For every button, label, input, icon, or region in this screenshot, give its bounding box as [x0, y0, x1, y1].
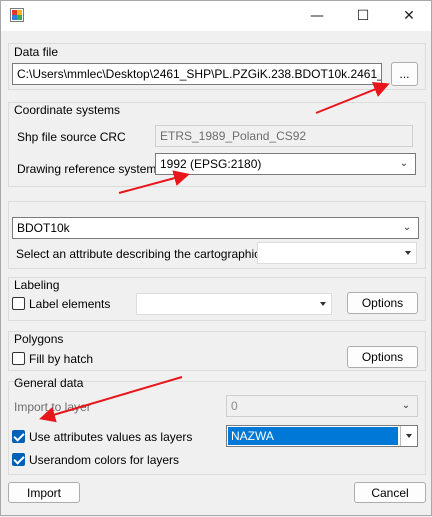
data-file-group-label: Data file: [14, 45, 59, 59]
source-crs-field: ETRS_1989_Poland_CS92: [155, 125, 413, 147]
fill-by-hatch-label: Fill by hatch: [29, 352, 94, 366]
dataset-select[interactable]: BDOT10k ⌄: [12, 217, 419, 239]
chevron-down-icon: ⌄: [401, 400, 411, 411]
dropdown-arrow-icon: [320, 302, 326, 306]
cancel-button[interactable]: Cancel: [354, 482, 426, 503]
attribute-description-label: Select an attribute describing the carto…: [16, 247, 277, 261]
source-crs-label: Shp file source CRC: [17, 130, 126, 144]
maximize-button[interactable]: ☐: [340, 1, 386, 31]
import-to-layer-value: 0: [231, 399, 238, 413]
labeling-options-button[interactable]: Options: [347, 292, 418, 314]
polygons-options-button[interactable]: Options: [347, 346, 418, 368]
title-bar: — ☐ ✕: [1, 1, 431, 31]
drawing-reference-value: 1992 (EPSG:2180): [160, 157, 262, 171]
use-attributes-checkbox[interactable]: [12, 430, 25, 443]
labeling-group-label: Labeling: [14, 278, 60, 292]
data-file-path-input[interactable]: C:\Users\mmlec\Desktop\2461_SHP\PL.PZGiK…: [12, 63, 382, 85]
import-to-layer-select[interactable]: 0 ⌄: [226, 395, 418, 417]
browse-button[interactable]: ...: [391, 62, 418, 86]
label-elements-label: Label elements: [29, 297, 111, 311]
dataset-value: BDOT10k: [17, 221, 70, 235]
chevron-down-icon: ⌄: [402, 222, 412, 233]
drawing-reference-label: Drawing reference system: [17, 162, 157, 176]
chevron-down-icon: ⌄: [399, 158, 409, 169]
attribute-layer-select[interactable]: NAZWA: [226, 425, 418, 447]
label-elements-checkbox[interactable]: [12, 297, 25, 310]
attribute-layer-value: NAZWA: [228, 427, 398, 445]
dialog-window: — ☐ ✕ Data file C:\Users\mmlec\Desktop\2…: [0, 0, 432, 516]
attribute-description-select[interactable]: [257, 242, 417, 264]
import-to-layer-label: Import to layer: [14, 400, 91, 414]
import-button[interactable]: Import: [8, 482, 80, 503]
minimize-button[interactable]: —: [294, 1, 340, 31]
random-colors-checkbox[interactable]: [12, 453, 25, 466]
fill-by-hatch-checkbox[interactable]: [12, 352, 25, 365]
coordinate-systems-group-label: Coordinate systems: [14, 103, 121, 117]
random-colors-label: Userandom colors for layers: [29, 453, 180, 467]
drawing-reference-select[interactable]: 1992 (EPSG:2180) ⌄: [155, 153, 416, 175]
app-icon: [10, 8, 24, 22]
polygons-group-label: Polygons: [14, 332, 64, 346]
close-button[interactable]: ✕: [386, 1, 432, 31]
label-field-select[interactable]: [136, 293, 332, 315]
dropdown-arrow-icon: [405, 251, 411, 255]
general-data-group-label: General data: [14, 376, 84, 390]
use-attributes-label: Use attributes values as layers: [29, 430, 193, 444]
dropdown-arrow-icon: [406, 434, 412, 438]
